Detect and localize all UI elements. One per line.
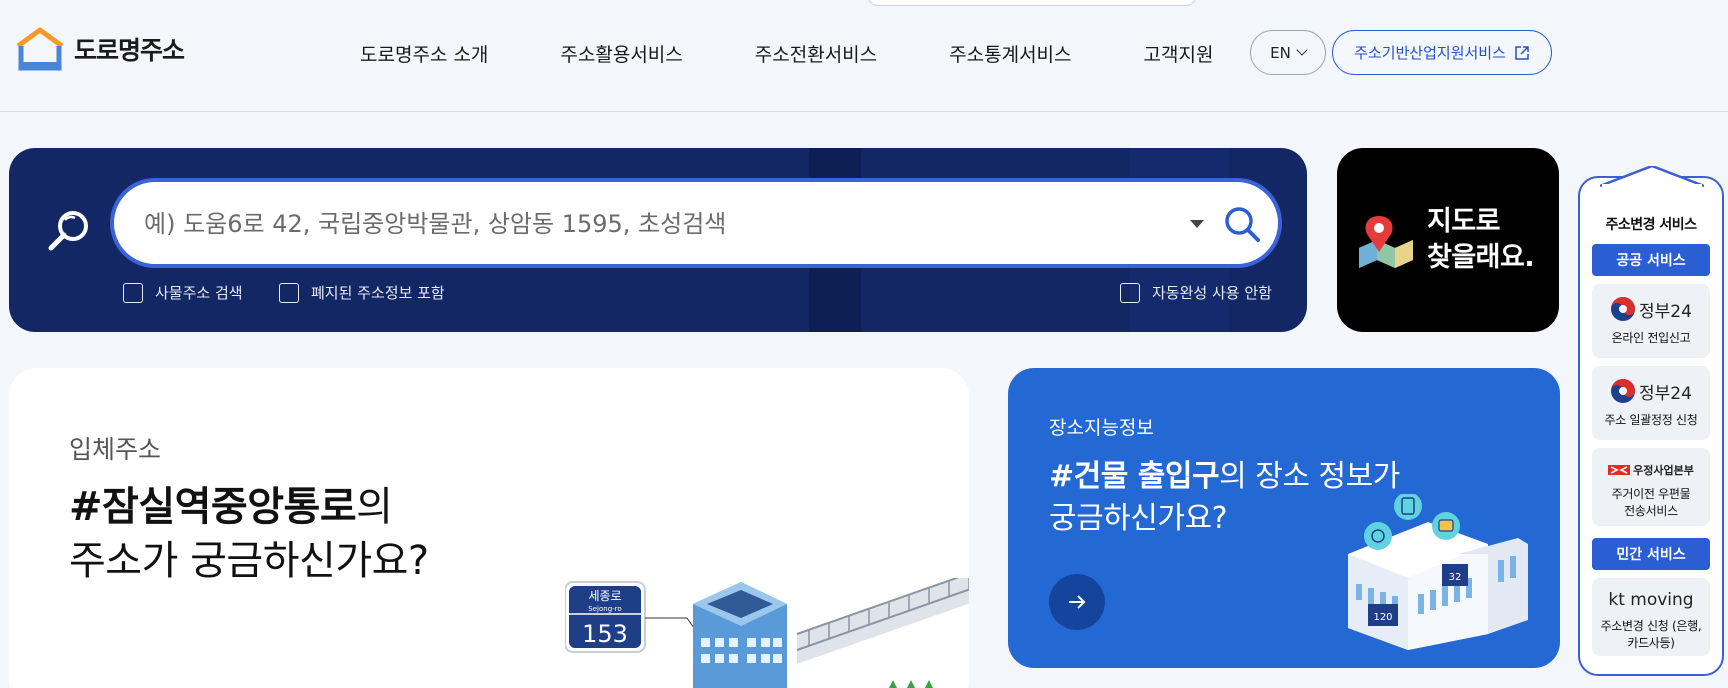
building-entrance-illustration-icon: 120 32 [1348, 494, 1528, 650]
map-search-card[interactable]: 지도로 찾을래요. [1337, 148, 1559, 332]
kt-moving-label: kt moving [1608, 590, 1694, 610]
gov24-bulk-correction[interactable]: 정부24 주소 일괄정정 신청 [1592, 366, 1710, 440]
gov-emblem-icon [1611, 379, 1636, 403]
autocomplete-checkbox[interactable] [1120, 282, 1140, 303]
search-history-dropdown-icon[interactable] [1190, 220, 1204, 228]
search-box [110, 178, 1282, 268]
nav-item-intro[interactable]: 도로명주소 소개 [360, 40, 488, 67]
entrance-sign-a: 120 [1373, 612, 1392, 623]
site-header: 도로명주소 도로명주소 소개 주소활용서비스 주소전환서비스 주소통계서비스 고… [0, 0, 1728, 112]
info-card-arrow-button[interactable] [1049, 574, 1105, 630]
abolished-address-checkbox[interactable] [279, 282, 299, 303]
nav-item-support[interactable]: 고객지원 [1144, 40, 1214, 67]
card-headline-line2: 주소가 궁금하신가요? [69, 538, 429, 584]
chevron-down-icon [1296, 44, 1308, 56]
nav-item-statistics[interactable]: 주소통계서비스 [949, 40, 1071, 67]
card-headline-highlight: #잠실역중앙통로 [69, 484, 357, 530]
house-logo-icon [16, 27, 64, 71]
industry-support-label: 주소기반산업지원서비스 [1354, 44, 1506, 62]
address-search-input[interactable] [144, 204, 1144, 244]
gov24-move-in-desc: 온라인 전입신고 [1611, 331, 1691, 345]
abolished-address-option[interactable]: 폐지된 주소정보 포함 [279, 282, 445, 303]
map-pin-icon [1359, 216, 1413, 268]
nav-item-usage[interactable]: 주소활용서비스 [560, 40, 682, 67]
card-headline: #잠실역중앙통로의 주소가 궁금하신가요? [69, 480, 429, 588]
nav-item-conversion[interactable]: 주소전환서비스 [755, 40, 877, 67]
logo-text: 도로명주소 [74, 36, 185, 65]
autocomplete-option[interactable]: 자동완성 사용 안함 [1120, 282, 1272, 303]
gov24-bulk-correction-desc: 주소 일괄정정 신청 [1604, 413, 1698, 427]
info-card-line2: 궁금하신가요? [1049, 501, 1228, 536]
abolished-address-label: 폐지된 주소정보 포함 [311, 284, 445, 302]
main-nav: 도로명주소 소개 주소활용서비스 주소전환서비스 주소통계서비스 고객지원 [360, 40, 1213, 67]
korea-post-label: 우정사업본부 [1633, 464, 1694, 477]
address-change-sidebar: 주소변경 서비스 공공 서비스 정부24 온라인 전입신고 정부24 주소 일괄… [1578, 166, 1724, 676]
building-illustration-icon: 세종로 Sejong-ro 153 [565, 578, 969, 688]
magnifier-decor-icon [48, 211, 88, 251]
site-logo[interactable]: 도로명주소 [14, 26, 185, 72]
kt-moving-brand: kt moving [1592, 590, 1710, 610]
gov24-brand: 정부24 [1592, 378, 1710, 404]
gov24-move-in-report[interactable]: 정부24 온라인 전입신고 [1592, 284, 1710, 358]
map-card-line1: 지도로 [1427, 206, 1501, 237]
top-popup-tab[interactable] [866, 0, 1198, 6]
arrow-right-icon [1069, 595, 1086, 609]
public-service-tag: 공공 서비스 [1592, 244, 1710, 276]
gov24-brand-label: 정부24 [1639, 301, 1692, 322]
gov24-brand: 정부24 [1592, 296, 1710, 322]
postal-forwarding-service[interactable]: 우정사업본부 주거이전 우편물 전송서비스 [1592, 448, 1710, 526]
card-subtitle: 입체주소 [69, 435, 162, 464]
private-service-tag: 민간 서비스 [1592, 538, 1710, 570]
road-sign-number: 153 [582, 620, 628, 648]
place-info-card[interactable]: 장소지능정보 #건물 출입구의 장소 정보가 궁금하신가요? 120 32 [1008, 368, 1560, 668]
thing-address-checkbox[interactable] [123, 282, 143, 303]
korea-post-brand: 우정사업본부 [1592, 462, 1710, 478]
search-panel: 사물주소 검색 폐지된 주소정보 포함 자동완성 사용 안함 [9, 148, 1307, 332]
thing-address-label: 사물주소 검색 [155, 284, 243, 302]
map-card-line2: 찾을래요. [1427, 242, 1535, 273]
road-sign-roman: Sejong-ro [588, 605, 621, 613]
info-card-highlight: #건물 출입구 [1049, 459, 1220, 494]
map-card-text: 지도로 찾을래요. [1427, 204, 1535, 276]
kt-moving-desc: 주소변경 신청 (은행,카드사등) [1600, 619, 1702, 650]
thing-address-option[interactable]: 사물주소 검색 [123, 282, 243, 303]
info-card-suffix: 의 장소 정보가 [1219, 459, 1400, 494]
industry-support-link[interactable]: 주소기반산업지원서비스 [1332, 30, 1552, 75]
autocomplete-label: 자동완성 사용 안함 [1152, 284, 1272, 302]
sidebar-cap-decor [1600, 166, 1704, 190]
postal-forwarding-desc: 주거이전 우편물 전송서비스 [1611, 487, 1691, 518]
card-headline-suffix: 의 [356, 484, 393, 530]
gov-emblem-icon [1611, 297, 1636, 321]
korea-post-logo-icon [1608, 465, 1631, 475]
sidebar-title: 주소변경 서비스 [1605, 217, 1697, 233]
road-sign-name: 세종로 [588, 589, 621, 603]
gov24-brand-label: 정부24 [1639, 383, 1692, 404]
entrance-sign-b: 32 [1449, 572, 1462, 583]
language-select-button[interactable]: EN [1250, 30, 1326, 75]
language-label: EN [1270, 43, 1291, 62]
3d-address-card[interactable]: 입체주소 #잠실역중앙통로의 주소가 궁금하신가요? 세종로 Sejong-ro… [9, 368, 969, 688]
external-link-icon [1515, 45, 1529, 60]
kt-moving-service[interactable]: kt moving 주소변경 신청 (은행,카드사등) [1592, 578, 1710, 656]
search-icon[interactable] [1220, 202, 1264, 246]
info-card-subtitle: 장소지능정보 [1049, 417, 1154, 439]
